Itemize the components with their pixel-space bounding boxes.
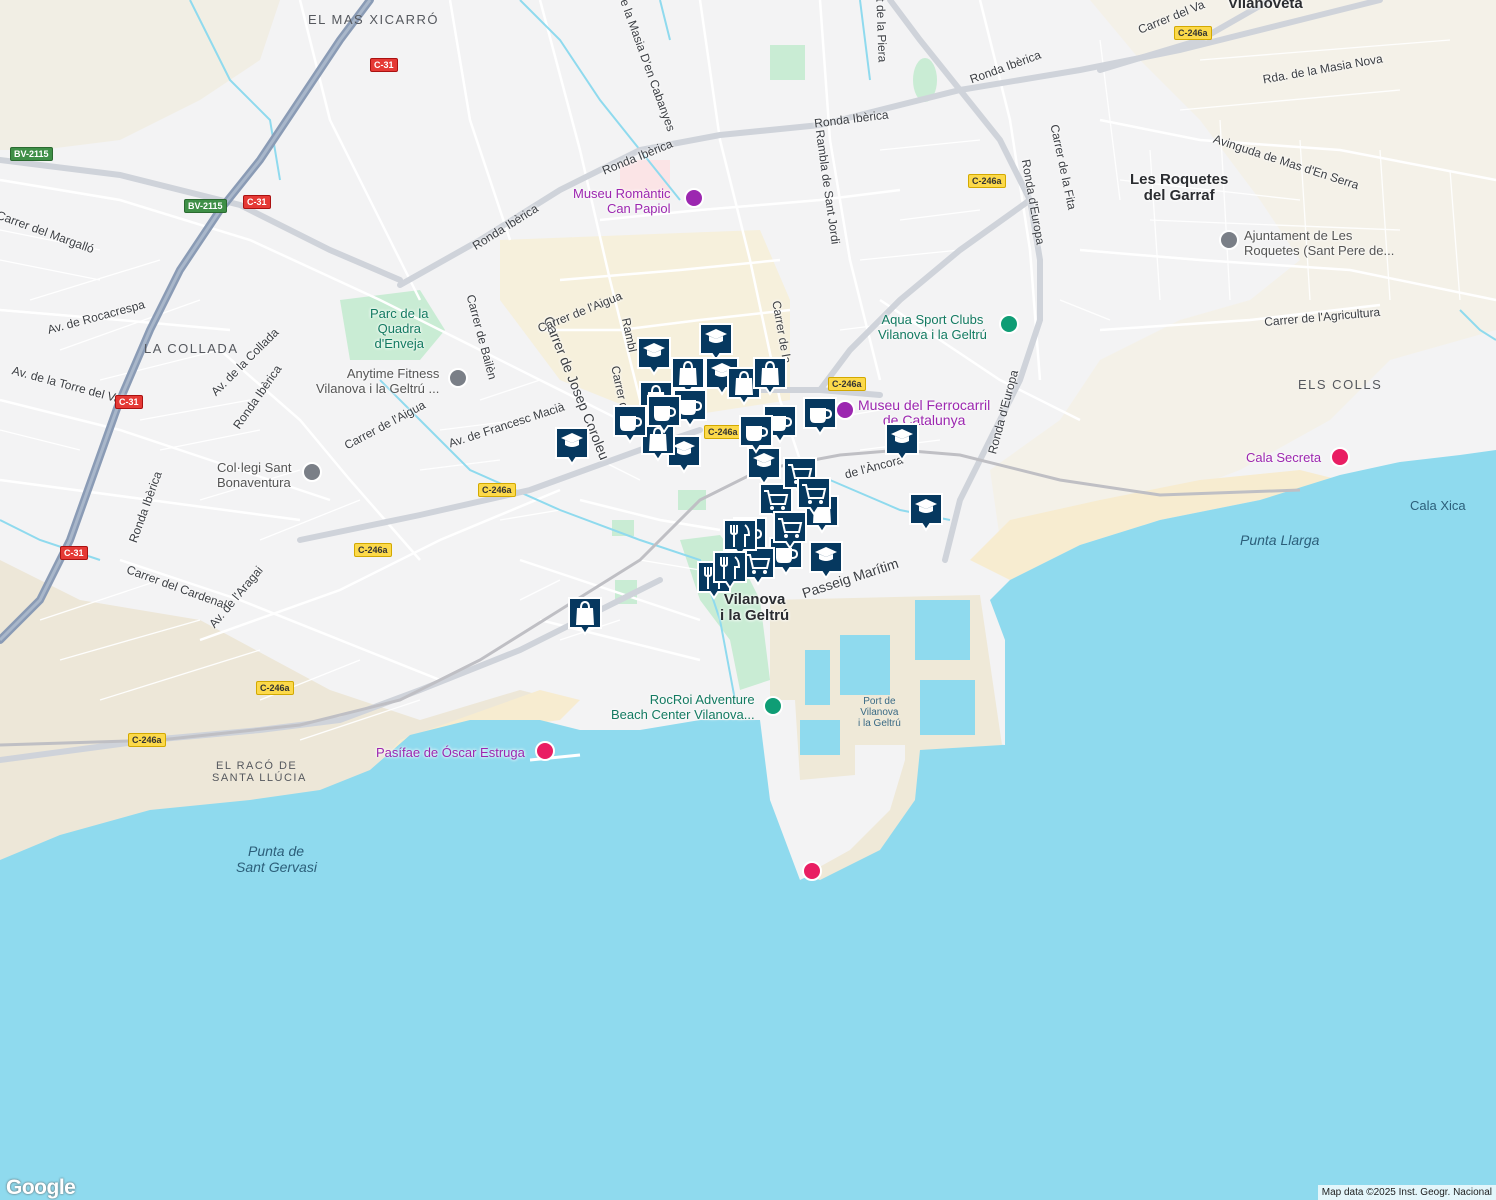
grocery-icon: [773, 511, 807, 550]
road-shield-c246a: C-246a: [128, 733, 166, 747]
cafe-marker[interactable]: [612, 404, 648, 444]
poi-cala-secreta[interactable]: Cala Secreta: [1246, 450, 1321, 465]
restaurant-marker[interactable]: [712, 550, 748, 590]
cafe-icon: [739, 415, 773, 454]
museum-icon[interactable]: [684, 188, 704, 208]
poi-aqua-sport[interactable]: Aqua Sport Clubs Vilanova i la Geltrú: [878, 312, 987, 342]
shopping-icon: [753, 357, 787, 396]
google-logo: Google: [6, 1176, 76, 1199]
monument-icon[interactable]: [535, 741, 555, 761]
road-shield-c246a: C-246a: [354, 543, 392, 557]
education-marker[interactable]: [636, 336, 672, 376]
town-hall-icon[interactable]: [1219, 230, 1239, 250]
education-icon: [809, 541, 843, 580]
road-shield-bv2115: BV-2115: [10, 147, 53, 161]
education-icon: [909, 493, 943, 532]
restaurant-icon: [713, 551, 747, 590]
museum-ferrocarril-icon[interactable]: [835, 400, 855, 420]
road-shield-c31: C-31: [60, 546, 88, 560]
road-shield-c31: C-31: [115, 395, 143, 409]
cafe-icon: [803, 397, 837, 436]
gym-icon[interactable]: [448, 368, 468, 388]
sea-label-cala-xica: Cala Xica: [1410, 498, 1466, 513]
education-icon: [637, 337, 671, 376]
education-marker[interactable]: [808, 540, 844, 580]
sea-label-punta-de: Punta de: [248, 843, 305, 859]
road-shield-c31: C-31: [243, 195, 271, 209]
road-shield-c246a: C-246a: [968, 174, 1006, 188]
shopping-marker[interactable]: [567, 596, 603, 636]
area-label-raco: EL RACÓ DE: [216, 760, 298, 772]
area-label-santa-llucia: SANTA LLÚCIA: [212, 772, 307, 784]
grocery-marker[interactable]: [772, 510, 808, 550]
cafe-marker[interactable]: [802, 396, 838, 436]
camera-icon[interactable]: [1330, 447, 1350, 467]
town-label-vilanoveta: Vilanoveta: [1228, 0, 1303, 12]
poi-museu-romantic[interactable]: Museu Romàntic Can Papiol: [573, 186, 671, 216]
sea-label-punta-llarga: Punta Llarga: [1240, 532, 1320, 548]
road-shield-c246a: C-246a: [478, 483, 516, 497]
school-icon[interactable]: [302, 462, 322, 482]
road-shield-c31: C-31: [370, 58, 398, 72]
poi-collegi-sant-bonaventura[interactable]: Col·legi Sant Bonaventura: [217, 460, 291, 490]
shopping-marker[interactable]: [752, 356, 788, 396]
poi-anytime-fitness[interactable]: Anytime Fitness Vilanova i la Geltrú ...: [316, 366, 439, 396]
port-label: Port de Vilanova i la Geltrú: [858, 696, 901, 729]
education-marker[interactable]: [884, 422, 920, 462]
cafe-icon: [647, 395, 681, 434]
town-label-les-roquetes: Les Roquetes del Garraf: [1130, 171, 1229, 204]
road-shield-c246a: C-246a: [256, 681, 294, 695]
cafe-marker[interactable]: [646, 394, 682, 434]
area-label-els-colls: ELS COLLS: [1298, 377, 1383, 392]
poi-pasifae[interactable]: Pasífae de Óscar Estruga: [376, 745, 525, 760]
road-shield-c246a: C-246a: [1174, 26, 1212, 40]
area-label-mas-xicarro: EL MAS XICARRÓ: [308, 12, 440, 27]
map-attribution[interactable]: Map data ©2025 Inst. Geogr. Nacional: [1317, 1185, 1496, 1200]
cafe-marker[interactable]: [738, 414, 774, 454]
education-icon: [555, 427, 589, 466]
road-shield-bv2115: BV-2115: [184, 199, 227, 213]
education-icon: [885, 423, 919, 462]
education-marker[interactable]: [908, 492, 944, 532]
street-label-piera: nt de la Piera: [873, 0, 890, 63]
viewpoint-camera-icon[interactable]: [802, 861, 822, 881]
road-shield-c246a: C-246a: [828, 377, 866, 391]
adventure-icon[interactable]: [763, 696, 783, 716]
poi-museu-ferrocarril[interactable]: Museu del Ferrocarril de Catalunya: [858, 398, 990, 428]
education-marker[interactable]: [554, 426, 590, 466]
road-shield-c246a: C-246a: [704, 425, 742, 439]
poi-parc-quadra[interactable]: Parc de la Quadra d'Enveja: [370, 306, 429, 351]
sea-label-sant-gervasi: Sant Gervasi: [236, 859, 317, 875]
sports-icon[interactable]: [999, 314, 1019, 334]
area-label-la-collada: LA COLLADA: [144, 341, 239, 356]
poi-ajuntament-roquetes[interactable]: Ajuntament de Les Roquetes (Sant Pere de.…: [1244, 228, 1394, 258]
cafe-icon: [613, 405, 647, 444]
poi-rocroi[interactable]: RocRoi Adventure Beach Center Vilanova...: [611, 692, 755, 722]
shopping-icon: [568, 597, 602, 636]
